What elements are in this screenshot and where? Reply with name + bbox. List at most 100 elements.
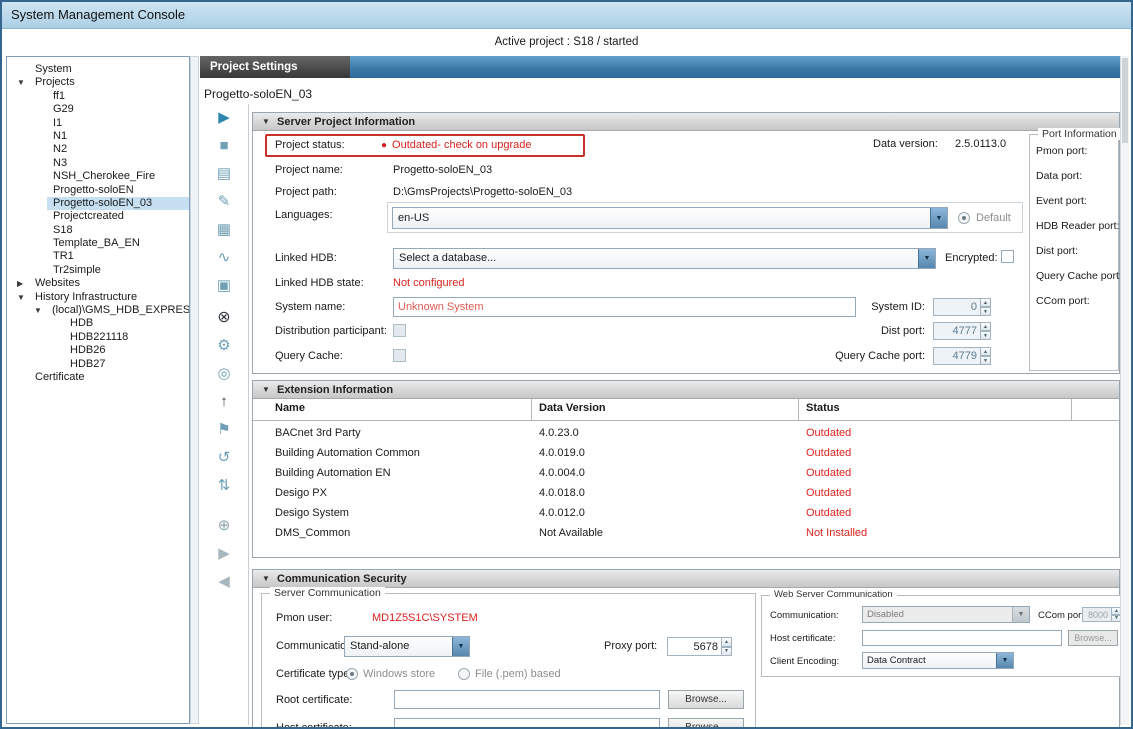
collapse-arrow-icon[interactable] <box>34 304 42 317</box>
tree-item-certificate[interactable]: Certificate <box>7 371 189 384</box>
linked-hdb-dropdown[interactable]: Select a database... <box>393 248 936 269</box>
tree-item-progetto-soloen-03-selected[interactable]: Progetto-soloEN_03 <box>7 197 189 210</box>
tree-item-template-ba-en[interactable]: Template_BA_EN <box>7 237 189 250</box>
restore-icon[interactable]: ↺ <box>200 444 248 472</box>
spin-up-icon[interactable] <box>981 298 991 307</box>
chart-icon[interactable]: ∿ <box>200 244 248 272</box>
section-header[interactable]: Server Project Information <box>253 113 1119 131</box>
gear-icon[interactable]: ⚙ <box>200 332 248 360</box>
query-cache-checkbox[interactable] <box>393 349 406 362</box>
tree-item-progetto-soloen[interactable]: Progetto-soloEN <box>7 184 189 197</box>
proxy-port-input[interactable] <box>667 637 722 656</box>
query-cache-port-stepper[interactable] <box>933 347 981 365</box>
section-header[interactable]: Extension Information <box>253 381 1119 399</box>
main-scrollbar[interactable] <box>1120 56 1129 725</box>
collapse-arrow-icon[interactable] <box>17 291 25 304</box>
column-separator[interactable] <box>1071 399 1072 420</box>
document-icon[interactable]: ▤ <box>200 160 248 188</box>
column-header-version[interactable]: Data Version <box>539 402 606 414</box>
chevron-down-icon[interactable] <box>1012 607 1029 622</box>
column-header-name[interactable]: Name <box>275 402 305 414</box>
edit-icon[interactable]: ✎ <box>200 188 248 216</box>
spin-down-icon[interactable] <box>981 356 991 365</box>
ccom-port-stepper[interactable] <box>1082 607 1112 622</box>
column-header-status[interactable]: Status <box>806 402 840 414</box>
tree-item-projects[interactable]: Projects <box>7 76 189 89</box>
languages-dropdown[interactable]: en-US <box>392 207 948 229</box>
expand-arrow-icon[interactable] <box>17 277 23 290</box>
notification-icon[interactable]: ⚑ <box>200 416 248 444</box>
tree-item-ff1[interactable]: ff1 <box>7 90 189 103</box>
tab-project-settings[interactable]: Project Settings <box>200 56 350 78</box>
client-encoding-dropdown[interactable]: Data Contract <box>862 652 1014 669</box>
encrypted-checkbox[interactable] <box>1001 250 1014 263</box>
cancel-icon[interactable]: ⊗ <box>200 304 248 332</box>
collapse-arrow-icon[interactable] <box>262 570 270 588</box>
stop-icon[interactable]: ■ <box>200 132 248 160</box>
root-certificate-browse-button[interactable]: Browse... <box>668 690 744 709</box>
communication-dropdown[interactable]: Stand-alone <box>344 636 470 657</box>
tree-item-hdb221118[interactable]: HDB221118 <box>7 331 189 344</box>
query-cache-port-input[interactable] <box>933 347 981 365</box>
default-language-radio[interactable] <box>958 212 970 224</box>
collapse-arrow-icon[interactable] <box>262 381 270 399</box>
chevron-down-icon[interactable] <box>918 249 935 268</box>
column-separator[interactable] <box>798 399 799 420</box>
back-icon[interactable]: ◀ <box>200 568 248 596</box>
web-host-certificate-input[interactable] <box>862 630 1062 646</box>
root-certificate-input[interactable] <box>394 690 660 709</box>
tree-item-local-gms-hdb-express[interactable]: (local)\GMS_HDB_EXPRESS <box>7 304 189 317</box>
spin-down-icon[interactable] <box>981 307 991 316</box>
collapse-arrow-icon[interactable] <box>17 76 25 89</box>
tree-item-hdb[interactable]: HDB <box>7 317 189 330</box>
file-pem-radio[interactable] <box>458 668 470 680</box>
tree-item-n1[interactable]: N1 <box>7 130 189 143</box>
scrollbar-thumb[interactable] <box>1122 58 1128 143</box>
spin-up-icon[interactable] <box>722 637 732 647</box>
sidebar-scrollbar[interactable] <box>190 56 199 724</box>
tree-item-system[interactable]: System <box>7 63 189 76</box>
web-communication-dropdown[interactable]: Disabled <box>862 606 1030 623</box>
spin-down-icon[interactable] <box>981 331 991 340</box>
chevron-down-icon[interactable] <box>996 653 1013 668</box>
tree-item-tr2simple[interactable]: Tr2simple <box>7 264 189 277</box>
tree-item-hdb27[interactable]: HDB27 <box>7 358 189 371</box>
spin-up-icon[interactable] <box>981 347 991 356</box>
upgrade-icon[interactable]: ↑ <box>200 388 248 416</box>
forward-icon[interactable]: ▶ <box>200 540 248 568</box>
spin-down-icon[interactable] <box>722 647 732 657</box>
chevron-down-icon[interactable] <box>930 208 947 228</box>
system-id-input[interactable] <box>933 298 981 316</box>
collapse-arrow-icon[interactable] <box>262 113 270 131</box>
distribution-participant-checkbox[interactable] <box>393 324 406 337</box>
dist-port-input[interactable] <box>933 322 981 340</box>
dist-port-stepper[interactable] <box>933 322 981 340</box>
spin-up-icon[interactable] <box>981 322 991 331</box>
tree-item-n2[interactable]: N2 <box>7 143 189 156</box>
system-name-input[interactable] <box>393 297 856 317</box>
tree-item-hdb26[interactable]: HDB26 <box>7 344 189 357</box>
host-certificate-input[interactable] <box>394 718 660 729</box>
tree-item-websites[interactable]: Websites <box>7 277 189 290</box>
tree-item-n3[interactable]: N3 <box>7 157 189 170</box>
tree-item-projectcreated[interactable]: Projectcreated <box>7 210 189 223</box>
transfer-icon[interactable]: ⇅ <box>200 472 248 500</box>
web-host-certificate-browse-button[interactable]: Browse... <box>1068 630 1118 646</box>
search-icon[interactable]: ◎ <box>200 360 248 388</box>
column-separator[interactable] <box>531 399 532 420</box>
save-icon[interactable]: ▣ <box>200 272 248 300</box>
section-header[interactable]: Communication Security <box>253 570 1119 588</box>
tree-item-tr1[interactable]: TR1 <box>7 250 189 263</box>
host-certificate-browse-button[interactable]: Browse... <box>668 718 744 729</box>
proxy-port-stepper[interactable] <box>667 637 722 656</box>
tree-item-nsh-cherokee-fire[interactable]: NSH_Cherokee_Fire <box>7 170 189 183</box>
add-icon[interactable]: ⊕ <box>200 512 248 540</box>
system-id-stepper[interactable] <box>933 298 981 316</box>
chevron-down-icon[interactable] <box>452 637 469 656</box>
tree-item-i1[interactable]: I1 <box>7 117 189 130</box>
ccom-port-input[interactable] <box>1082 607 1112 622</box>
monitor-icon[interactable]: ▦ <box>200 216 248 244</box>
tree-item-s18[interactable]: S18 <box>7 224 189 237</box>
tree-item-g29[interactable]: G29 <box>7 103 189 116</box>
windows-store-radio[interactable] <box>346 668 358 680</box>
